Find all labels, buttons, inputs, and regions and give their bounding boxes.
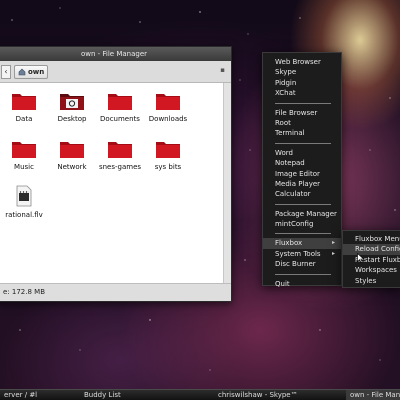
- submenu-arrow-icon: ▸: [331, 239, 335, 247]
- taskbar-item-file-manager[interactable]: own - File Manager: [346, 390, 400, 400]
- menu-item-pidgin[interactable]: Pidgin: [263, 78, 341, 88]
- menu-item-word[interactable]: Word: [263, 148, 341, 158]
- taskbar: erver / #l Buddy List chriswilshaw - Sky…: [0, 389, 400, 400]
- menu-item-restart-fluxbox[interactable]: Restart Fluxbox: [343, 255, 400, 265]
- file-item[interactable]: snes-games: [95, 139, 145, 171]
- menu-item-media-player[interactable]: Media Player: [263, 179, 341, 189]
- file-item[interactable]: Documents: [95, 91, 145, 123]
- video-file-icon: [14, 185, 34, 207]
- menu-item-xchat[interactable]: XChat: [263, 88, 341, 98]
- menu-separator: [275, 233, 331, 235]
- window-title: own - File Manager: [80, 50, 148, 58]
- taskbar-item-buddy-list[interactable]: Buddy List: [80, 390, 140, 400]
- file-item[interactable]: Downloads: [143, 91, 193, 123]
- file-label: Downloads: [148, 115, 188, 123]
- folder-icon: [107, 139, 133, 159]
- location-toolbar: ‹ own ▪: [0, 61, 231, 83]
- file-item[interactable]: Desktop: [47, 91, 97, 123]
- mouse-pointer-icon: [357, 253, 365, 263]
- menu-separator: [275, 102, 331, 104]
- menu-item-notepad[interactable]: Notepad: [263, 158, 341, 168]
- menu-item-system-tools[interactable]: System Tools ▸: [263, 249, 341, 259]
- menu-separator: [275, 142, 331, 144]
- menu-item-image-editor[interactable]: Image Editor: [263, 169, 341, 179]
- menu-item-workspaces[interactable]: Workspaces: [343, 265, 400, 275]
- pin-icon[interactable]: ▪: [220, 66, 225, 74]
- menu-item-file-browser[interactable]: File Browser: [263, 108, 341, 118]
- file-label: Documents: [100, 115, 140, 123]
- fluxbox-submenu: Fluxbox Menu Reload Config Restart Fluxb…: [342, 230, 400, 288]
- file-label: rational.flv: [5, 211, 43, 219]
- menu-item-skype[interactable]: Skype: [263, 67, 341, 77]
- back-button[interactable]: ‹: [1, 64, 11, 79]
- menu-item-web-browser[interactable]: Web Browser: [263, 57, 341, 67]
- menu-separator: [275, 203, 331, 205]
- menu-item-fluxbox-menu[interactable]: Fluxbox Menu: [343, 234, 400, 244]
- menu-item-disc-burner[interactable]: Disc Burner: [263, 259, 341, 269]
- menu-item-reload-config[interactable]: Reload Config: [343, 244, 400, 255]
- menu-item-label: Disc Burner: [275, 260, 316, 269]
- file-item[interactable]: rational.flv: [0, 185, 49, 219]
- menu-item-fluxbox[interactable]: Fluxbox ▸: [263, 238, 341, 249]
- file-label: Music: [14, 163, 34, 171]
- file-item[interactable]: Network: [47, 139, 97, 171]
- submenu-arrow-icon: ▸: [331, 249, 335, 257]
- status-bar: e: 172.8 MB: [0, 283, 231, 301]
- file-label: Desktop: [57, 115, 87, 123]
- home-icon: [18, 68, 26, 76]
- file-view[interactable]: Data Desktop Documents Downloads Music N…: [0, 83, 231, 283]
- menu-item-styles[interactable]: Styles: [343, 276, 400, 286]
- menu-item-root[interactable]: Root: [263, 118, 341, 128]
- file-manager-window[interactable]: own - File Manager ‹ own ▪ Data Desktop: [0, 46, 232, 302]
- file-label: Data: [15, 115, 33, 123]
- menu-item-calculator[interactable]: Calculator: [263, 189, 341, 199]
- file-label: sys bits: [154, 163, 182, 171]
- folder-icon: [59, 139, 85, 159]
- file-label: snes-games: [98, 163, 142, 171]
- menu-item-label: Fluxbox: [275, 239, 303, 248]
- file-item[interactable]: Music: [0, 139, 49, 171]
- file-label: Network: [57, 163, 87, 171]
- menu-item-mintconfig[interactable]: mintConfig: [263, 219, 341, 229]
- menu-item-label: System Tools: [275, 249, 321, 258]
- menu-item-package-manager[interactable]: Package Manager: [263, 209, 341, 219]
- folder-icon: [11, 91, 37, 111]
- taskbar-item-xchat[interactable]: erver / #l: [0, 390, 60, 400]
- folder-icon: [11, 139, 37, 159]
- menu-item-terminal[interactable]: Terminal: [263, 128, 341, 138]
- file-item[interactable]: Data: [0, 91, 49, 123]
- taskbar-item-skype[interactable]: chriswilshaw - Skype™: [214, 390, 314, 400]
- desktop-folder-icon: [59, 91, 85, 111]
- menu-item-quit[interactable]: Quit: [263, 279, 341, 289]
- file-item[interactable]: sys bits: [143, 139, 193, 171]
- window-titlebar[interactable]: own - File Manager: [0, 47, 231, 61]
- vertical-scrollbar[interactable]: [223, 83, 231, 283]
- folder-icon: [155, 91, 181, 111]
- breadcrumb-label: own: [28, 67, 45, 76]
- breadcrumb-home[interactable]: own: [14, 64, 49, 79]
- root-menu: Web Browser Skype Pidgin XChat File Brow…: [262, 52, 342, 289]
- folder-icon: [107, 91, 133, 111]
- folder-icon: [155, 139, 181, 159]
- menu-separator: [275, 273, 331, 275]
